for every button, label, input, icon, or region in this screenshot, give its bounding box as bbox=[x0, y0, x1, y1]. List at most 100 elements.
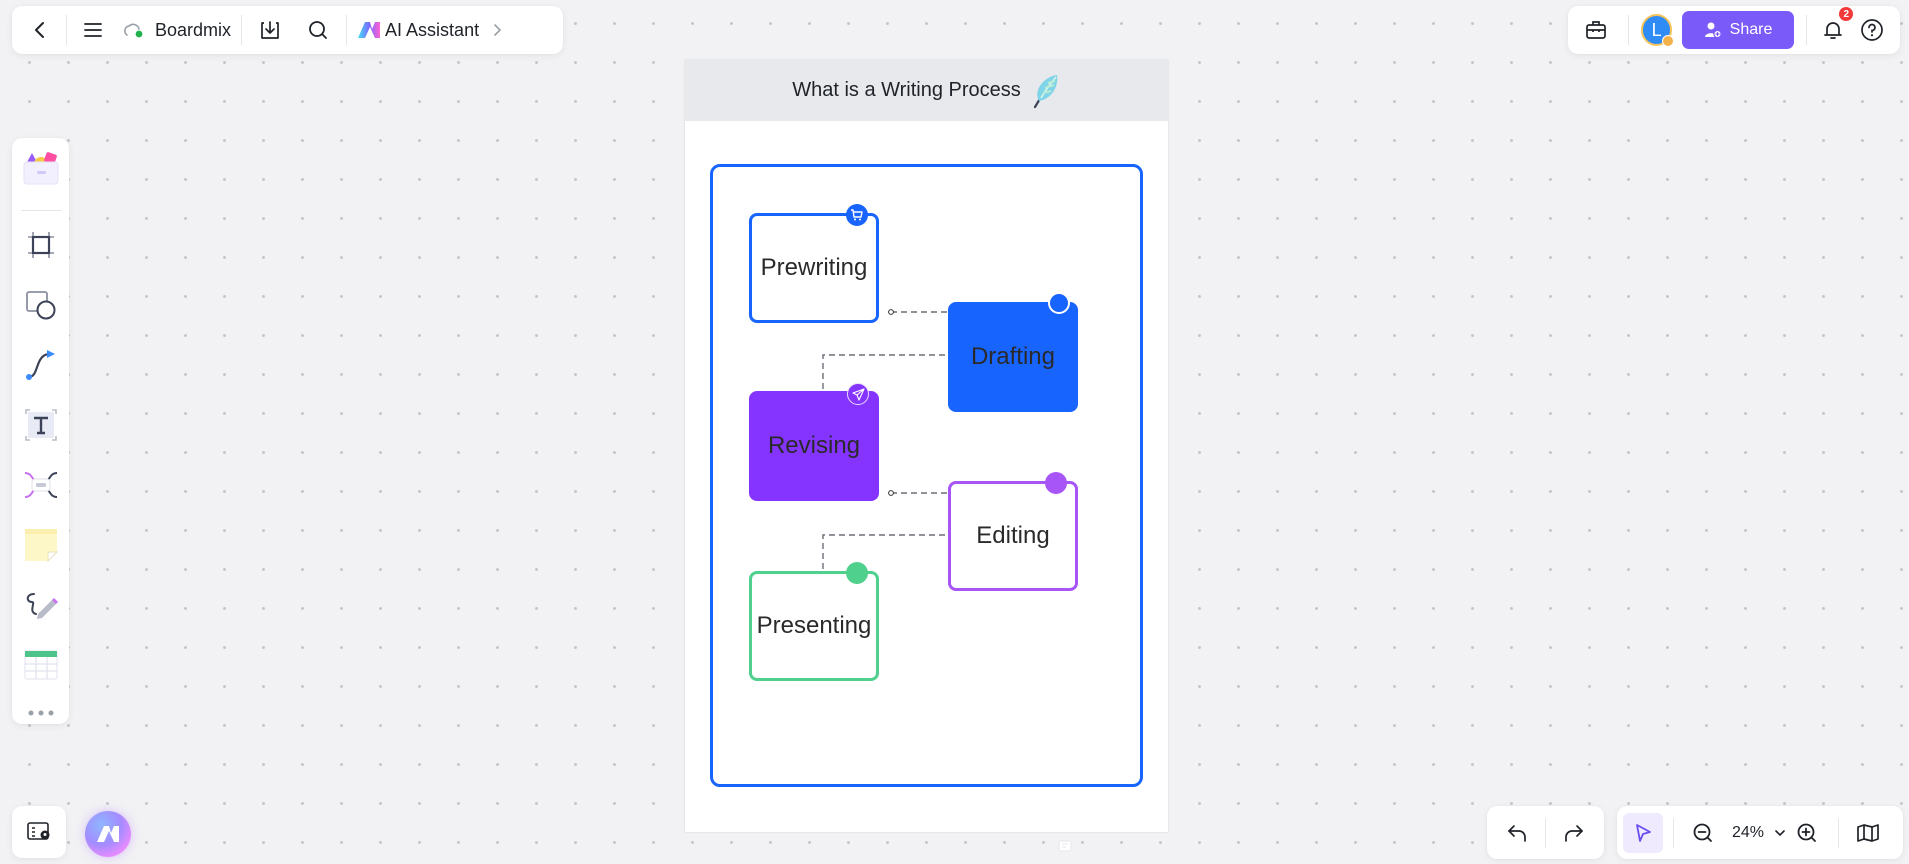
select-tool-button[interactable] bbox=[1623, 812, 1663, 853]
node-pin bbox=[1048, 292, 1070, 314]
share-button[interactable]: Share bbox=[1682, 11, 1794, 49]
node-label: Revising bbox=[767, 432, 861, 459]
zoom-in-icon bbox=[1797, 823, 1816, 842]
redo-button[interactable] bbox=[1553, 813, 1593, 853]
table-tool[interactable] bbox=[19, 643, 63, 687]
pen-draw-icon bbox=[26, 593, 58, 619]
board-title: Boardmix bbox=[155, 19, 232, 40]
node-label: Editing bbox=[976, 522, 1050, 549]
table-icon bbox=[24, 650, 57, 680]
node-pin bbox=[846, 204, 868, 226]
help-icon bbox=[1861, 19, 1883, 41]
shopping-cart-icon bbox=[851, 209, 863, 221]
ai-assistant-label: AI Assistant bbox=[385, 19, 480, 40]
divider bbox=[1627, 15, 1629, 45]
node-presenting[interactable]: Presenting bbox=[749, 562, 879, 681]
undo-icon bbox=[1508, 824, 1527, 842]
ai-logo-icon bbox=[358, 22, 381, 38]
expand-toolbar-button[interactable] bbox=[487, 15, 507, 45]
text-tool[interactable] bbox=[19, 403, 63, 447]
node-label: Drafting bbox=[970, 343, 1056, 370]
pen-tool[interactable] bbox=[19, 583, 63, 627]
node-drafting[interactable]: Drafting bbox=[948, 292, 1078, 412]
sticky-note-icon bbox=[24, 529, 58, 562]
search-button[interactable] bbox=[300, 12, 336, 48]
shapes-icon bbox=[25, 291, 55, 320]
frame-icon bbox=[27, 232, 54, 258]
node-editing[interactable]: Editing bbox=[948, 472, 1078, 591]
comment-icon[interactable] bbox=[1058, 840, 1072, 852]
divider bbox=[1838, 817, 1839, 848]
curve-connector-icon bbox=[25, 350, 55, 380]
zoom-controls: 24% bbox=[1617, 806, 1903, 859]
top-right-toolbar: L Share 2 bbox=[1568, 6, 1900, 54]
node-pin bbox=[846, 562, 868, 584]
chevron-down-icon bbox=[1775, 829, 1785, 836]
templates-icon bbox=[23, 152, 58, 185]
share-label: Share bbox=[1729, 21, 1773, 38]
toolbar-divider bbox=[20, 210, 61, 211]
left-tools-toolbar bbox=[12, 138, 69, 724]
download-button[interactable] bbox=[252, 12, 288, 48]
avatar-initial: L bbox=[1651, 19, 1662, 40]
node-pin bbox=[847, 383, 869, 405]
zoom-dropdown-button[interactable] bbox=[1770, 818, 1790, 848]
mindmap-tool[interactable] bbox=[19, 463, 63, 507]
text-icon bbox=[24, 409, 57, 441]
frame-title[interactable]: What is a Writing Process bbox=[792, 79, 1021, 102]
zoom-in-button[interactable] bbox=[1790, 815, 1824, 851]
sticky-note-tool[interactable] bbox=[19, 523, 63, 567]
minimap-button[interactable] bbox=[1853, 815, 1883, 851]
crown-badge-icon bbox=[1662, 35, 1675, 47]
search-icon bbox=[309, 21, 327, 39]
briefcase-icon bbox=[1585, 21, 1606, 39]
top-left-toolbar: Boardmix AI Assistant bbox=[12, 6, 563, 54]
node-prewriting[interactable]: Prewriting bbox=[749, 204, 879, 323]
more-horizontal-icon bbox=[28, 710, 53, 716]
chevron-left-icon bbox=[35, 22, 44, 38]
templates-tool[interactable] bbox=[19, 146, 63, 190]
download-icon bbox=[261, 21, 279, 39]
cursor-pointer-icon bbox=[1636, 823, 1651, 842]
frame-tool[interactable] bbox=[19, 223, 63, 267]
feather-quill-icon bbox=[1033, 74, 1058, 108]
node-revising[interactable]: Revising bbox=[749, 383, 879, 501]
toolbox-button[interactable] bbox=[1578, 12, 1614, 48]
send-icon bbox=[851, 387, 865, 401]
node-pin bbox=[1045, 472, 1067, 494]
bell-icon bbox=[1824, 22, 1843, 39]
add-user-icon bbox=[1704, 22, 1722, 39]
node-label: Presenting bbox=[756, 612, 872, 639]
zoom-out-button[interactable] bbox=[1688, 815, 1718, 851]
zoom-out-icon bbox=[1693, 823, 1712, 842]
divider bbox=[241, 15, 243, 45]
divider bbox=[1544, 817, 1546, 848]
connector-tool[interactable] bbox=[19, 343, 63, 387]
divider bbox=[66, 15, 67, 45]
mindmap-icon bbox=[24, 472, 57, 498]
frame-header: What is a Writing Process bbox=[685, 60, 1168, 121]
ai-assistant-button[interactable]: AI Assistant bbox=[347, 20, 487, 41]
divider bbox=[1805, 15, 1807, 45]
redo-icon bbox=[1564, 824, 1583, 842]
board-frame[interactable]: What is a Writing Process Prewriting Dra… bbox=[685, 60, 1168, 832]
back-button[interactable] bbox=[22, 12, 58, 48]
shape-tool[interactable] bbox=[19, 283, 63, 327]
chevron-right-icon bbox=[494, 24, 502, 36]
history-controls bbox=[1487, 806, 1604, 859]
user-avatar[interactable]: L bbox=[1640, 14, 1675, 47]
notifications-button[interactable]: 2 bbox=[1819, 7, 1854, 48]
ai-orb-button[interactable] bbox=[85, 811, 131, 857]
zoom-level[interactable]: 24% bbox=[1726, 824, 1770, 842]
board-overview-button[interactable] bbox=[12, 806, 66, 858]
hamburger-menu-icon bbox=[84, 23, 102, 37]
undo-button[interactable] bbox=[1498, 813, 1538, 853]
cloud-synced-icon bbox=[124, 23, 143, 38]
divider bbox=[1673, 817, 1674, 848]
more-tools-button[interactable] bbox=[19, 703, 63, 723]
board-name[interactable]: Boardmix bbox=[111, 20, 241, 41]
help-button[interactable] bbox=[1854, 12, 1890, 48]
notification-badge: 2 bbox=[1839, 7, 1854, 21]
menu-button[interactable] bbox=[75, 12, 111, 48]
map-pin-card-icon bbox=[27, 822, 50, 840]
